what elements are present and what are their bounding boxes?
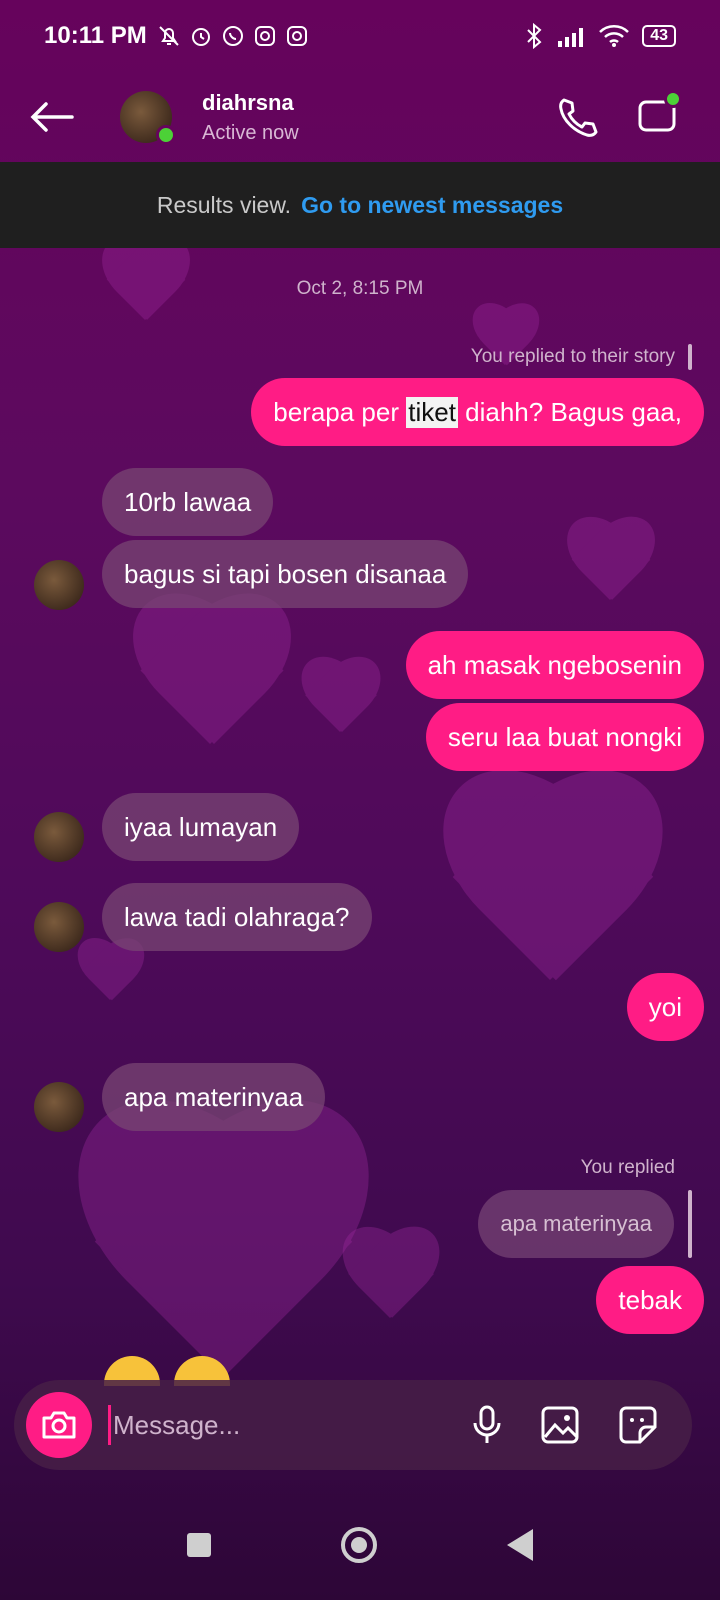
- battery-indicator: 43: [642, 25, 676, 47]
- message-incoming[interactable]: iyaa lumayan: [102, 793, 300, 861]
- instagram-icon: [254, 26, 275, 46]
- composer-actions: [472, 1405, 658, 1445]
- search-highlight: tiket: [406, 396, 458, 428]
- message-incoming[interactable]: lawa tadi olahraga?: [102, 883, 372, 951]
- camera-icon: [42, 1411, 76, 1439]
- message-outgoing[interactable]: yoi: [626, 973, 704, 1041]
- message-outgoing[interactable]: berapa per tiket diahh? Bagus gaa,: [251, 378, 704, 446]
- sender-avatar[interactable]: [34, 902, 84, 952]
- whatsapp-icon: [222, 26, 243, 46]
- reply-label: You replied: [580, 1157, 675, 1178]
- recents-button[interactable]: [187, 1533, 211, 1557]
- contact-status: Active now: [202, 121, 299, 144]
- message-outgoing[interactable]: tebak: [596, 1266, 704, 1334]
- quoted-message[interactable]: apa materinyaa: [478, 1190, 674, 1258]
- message-incoming[interactable]: bagus si tapi bosen disanaa: [102, 540, 469, 608]
- results-banner: Results view. Go to newest messages: [0, 162, 720, 248]
- status-bar: 10:11 PM 43: [0, 0, 720, 72]
- message-incoming[interactable]: 10rb lawaa: [102, 468, 274, 536]
- bell-off-icon: [159, 26, 179, 46]
- message-timestamp: Oct 2, 8:15 PM: [296, 278, 424, 299]
- sender-avatar[interactable]: [34, 1082, 84, 1132]
- sender-avatar[interactable]: [34, 560, 84, 610]
- system-navigation-bar: [0, 1490, 720, 1600]
- home-button[interactable]: [341, 1527, 377, 1563]
- message-text: berapa per: [273, 396, 407, 427]
- reply-bar: [688, 1190, 692, 1258]
- message-outgoing[interactable]: seru laa buat nongki: [425, 703, 704, 771]
- active-indicator: [664, 89, 682, 108]
- wifi-icon: [599, 25, 630, 47]
- sender-avatar[interactable]: [34, 812, 84, 862]
- camera-button[interactable]: [26, 1392, 92, 1458]
- chat-header: diahrsna Active now: [0, 72, 720, 162]
- arrow-left-icon: [30, 102, 74, 132]
- sticker-icon[interactable]: [618, 1405, 658, 1445]
- reply-bar: [688, 344, 692, 370]
- results-text: Results view.: [156, 191, 292, 218]
- status-right: 43: [524, 23, 676, 49]
- message-outgoing[interactable]: ah masak ngebosenin: [405, 631, 704, 699]
- avatar[interactable]: [120, 91, 176, 145]
- go-to-newest-link[interactable]: Go to newest messages: [301, 192, 563, 219]
- bluetooth-icon: [527, 23, 542, 49]
- phone-call-icon[interactable]: [556, 96, 598, 138]
- alarm-icon: [191, 28, 210, 46]
- system-back-button[interactable]: [507, 1529, 533, 1561]
- contact-name: diahrsna: [202, 89, 294, 115]
- image-icon[interactable]: [540, 1405, 580, 1445]
- notification-icons: [157, 24, 309, 48]
- back-button[interactable]: [22, 87, 82, 147]
- status-time: 10:11 PM: [44, 22, 147, 49]
- message-input[interactable]: Message...: [108, 1405, 472, 1445]
- header-actions: [556, 89, 684, 139]
- message-text: diahh? Bagus gaa,: [457, 396, 682, 427]
- instagram-icon: [286, 26, 307, 46]
- message-incoming[interactable]: apa materinyaa: [102, 1063, 326, 1131]
- message-composer: Message...: [14, 1380, 692, 1470]
- microphone-icon[interactable]: [472, 1405, 502, 1445]
- story-reply-label: You replied to their story: [470, 346, 675, 367]
- online-indicator: [156, 125, 176, 145]
- signal-icon: [558, 28, 584, 47]
- video-call-button[interactable]: [638, 89, 684, 139]
- contact-info[interactable]: diahrsna Active now: [202, 90, 299, 145]
